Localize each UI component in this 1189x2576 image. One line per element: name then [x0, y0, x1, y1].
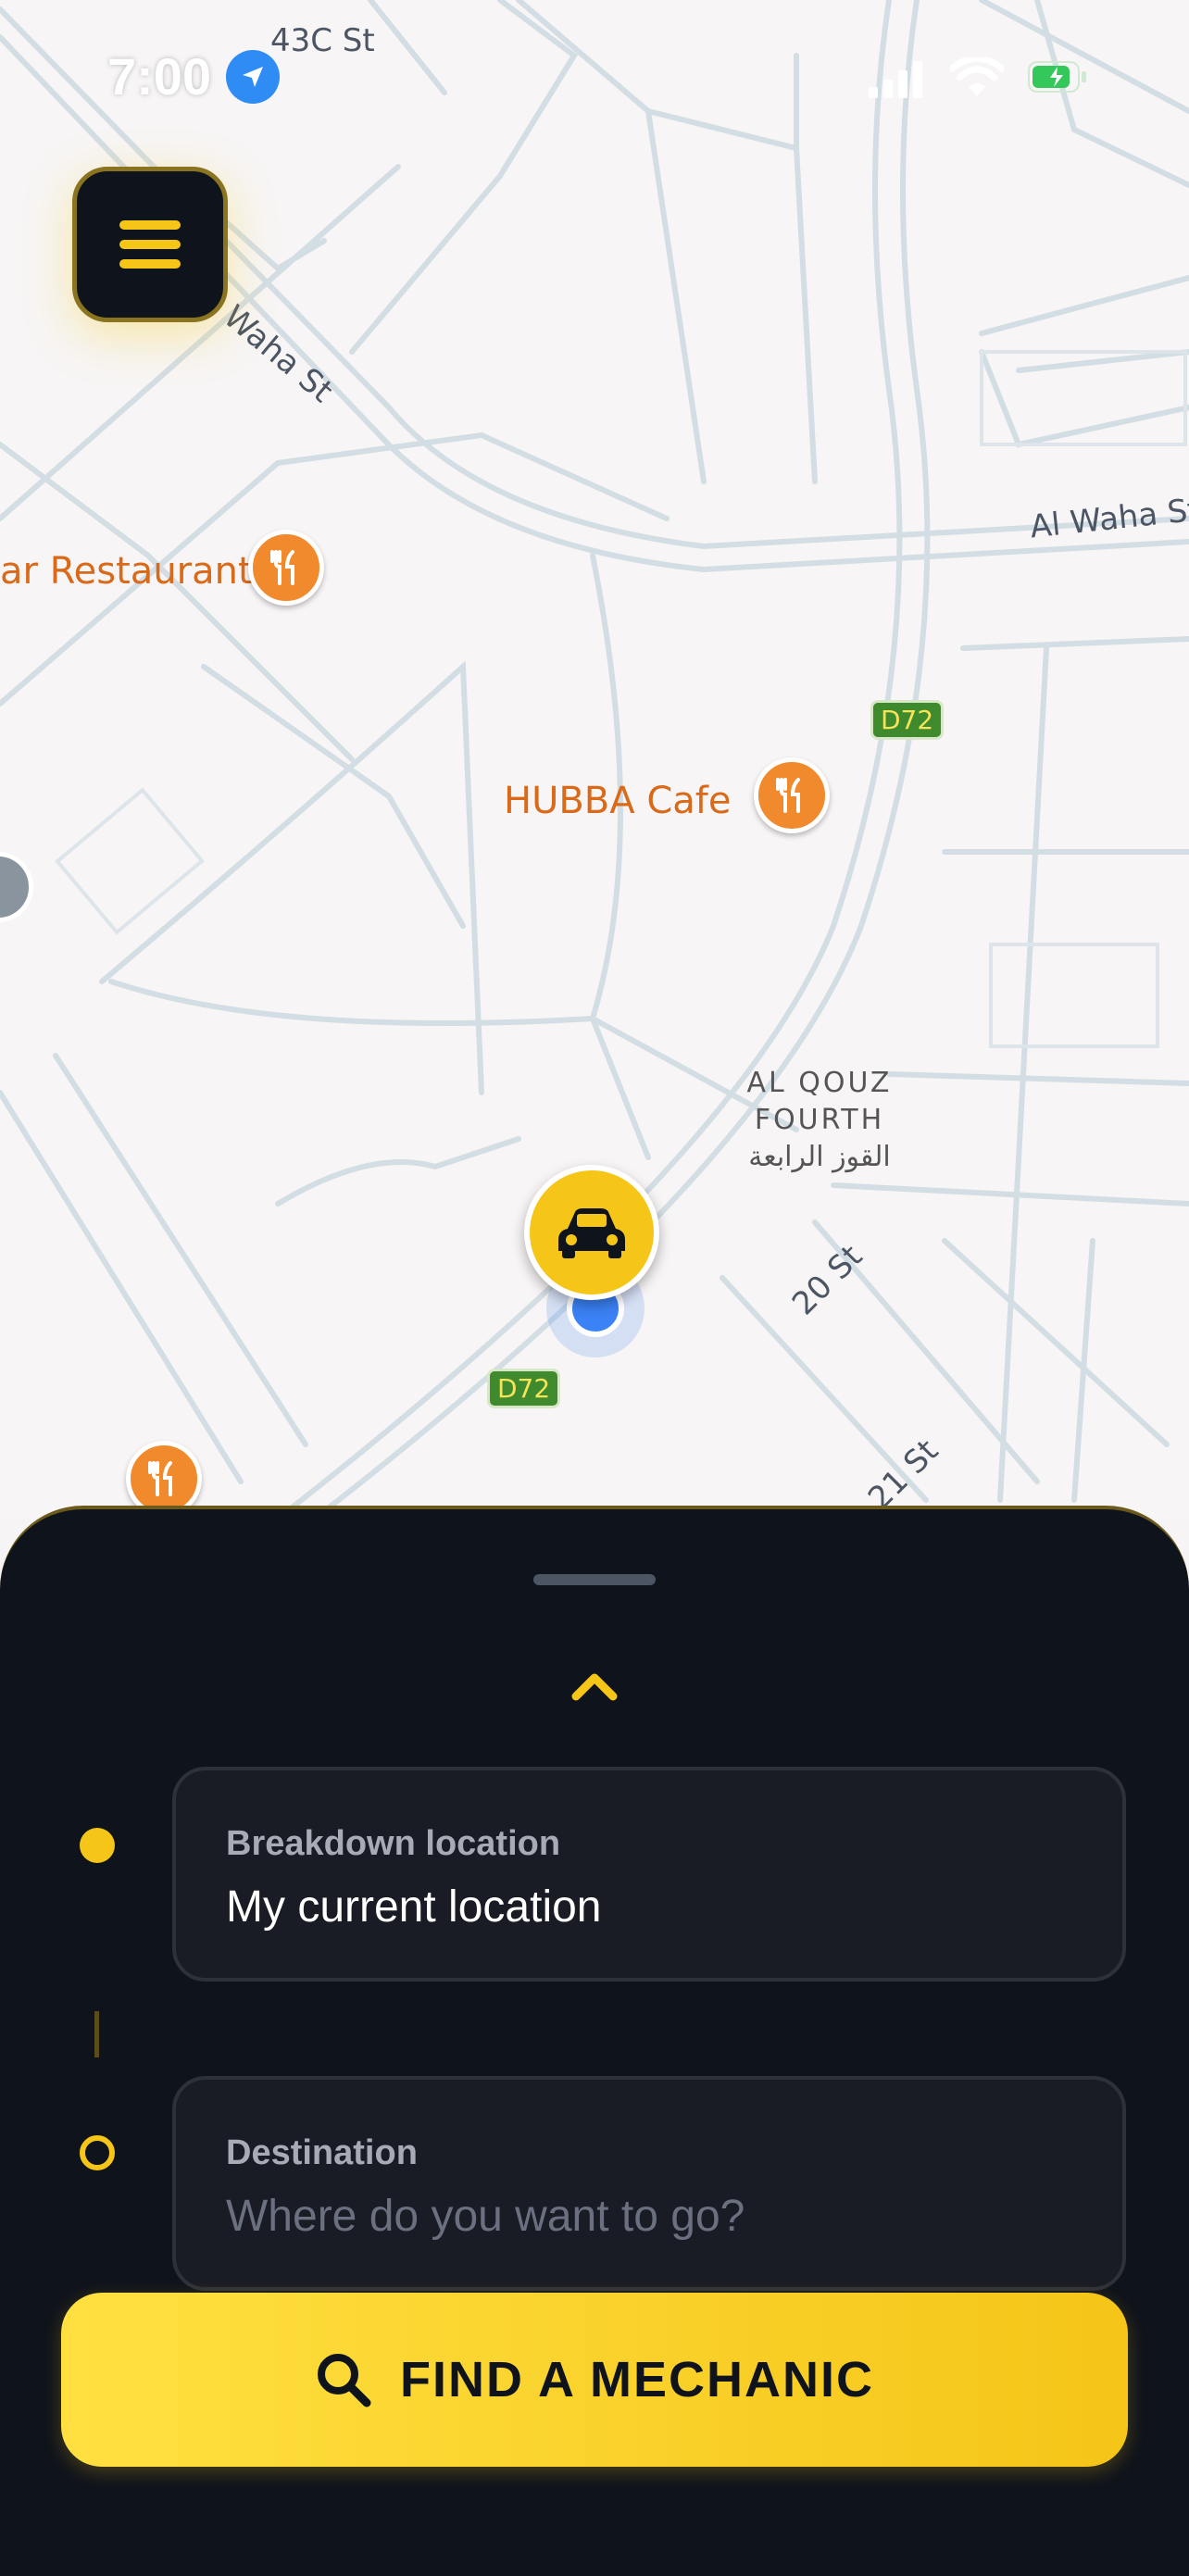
car-icon — [524, 1165, 659, 1300]
status-time: 7:00 — [107, 47, 212, 106]
chevron-up-icon[interactable] — [570, 1667, 619, 1704]
route-shield-d72-upper: D72 — [870, 700, 945, 740]
sheet-drag-handle[interactable] — [533, 1574, 656, 1585]
poi-label-restaurant[interactable]: ar Restaurant — [0, 550, 253, 593]
destination-label: Destination — [226, 2133, 418, 2172]
battery-icon — [1028, 61, 1086, 93]
district-line-1: AL QOUZ — [746, 1067, 893, 1099]
location-arrow-icon — [226, 50, 280, 104]
route-connector — [94, 2011, 99, 2057]
destination-field[interactable]: Destination Where do you want to go? — [172, 2076, 1126, 2291]
pickup-label: Breakdown location — [226, 1824, 561, 1863]
route-shield-d72-lower: D72 — [487, 1369, 561, 1408]
pickup-field[interactable]: Breakdown location My current location — [172, 1767, 1126, 1982]
fork-knife-icon[interactable] — [754, 757, 830, 833]
pickup-value: My current location — [226, 1882, 602, 1932]
status-bar: 7:00 — [0, 0, 1189, 148]
district-line-2: FOURTH — [754, 1104, 885, 1136]
vehicle-marker[interactable] — [519, 1165, 667, 1304]
find-mechanic-label: FIND A MECHANIC — [400, 2352, 874, 2407]
fork-knife-icon[interactable] — [248, 530, 324, 606]
signal-icon — [869, 61, 922, 98]
pickup-dot-icon — [80, 1828, 115, 1863]
find-mechanic-button[interactable]: FIND A MECHANIC — [61, 2293, 1128, 2467]
destination-dot-icon — [80, 2135, 115, 2170]
search-icon — [318, 2354, 371, 2407]
district-line-3: القوز الرابعة — [748, 1141, 891, 1173]
menu-button[interactable] — [72, 167, 228, 322]
destination-placeholder: Where do you want to go? — [226, 2192, 745, 2241]
district-label: AL QOUZ FOURTH القوز الرابعة — [704, 1065, 935, 1176]
wifi-icon — [950, 57, 1004, 96]
hamburger-menu-icon — [119, 220, 181, 269]
poi-label-hubba-cafe[interactable]: HUBBA Cafe — [504, 780, 731, 822]
